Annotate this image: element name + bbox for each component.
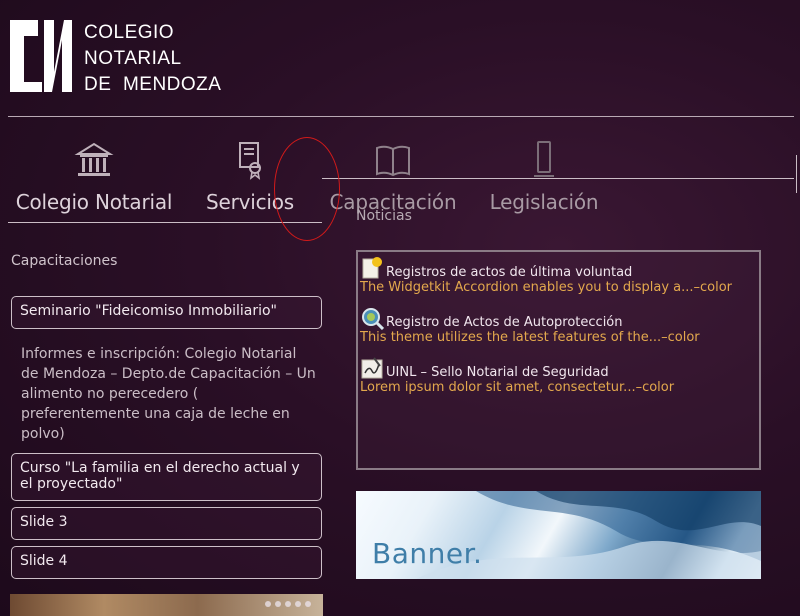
nav-label: Colegio Notarial: [15, 190, 173, 214]
news-snippet: The Widgetkit Accordion enables you to d…: [360, 280, 733, 295]
brand-line-3: DE MENDOZA: [84, 74, 222, 95]
brand-line-1: COLEGIO: [84, 22, 175, 43]
scroll-edge: [796, 155, 800, 193]
slideshow-dot[interactable]: [305, 601, 311, 607]
banner-text: Banner.: [372, 537, 483, 570]
nav-colegio-notarial[interactable]: Colegio Notarial: [12, 140, 176, 214]
accordion-label: Seminario "Fideicomiso Inmobiliario": [20, 303, 277, 319]
slideshow-dots: [265, 601, 311, 607]
gavel-icon: [534, 141, 554, 177]
news-link[interactable]: Registro de Actos de Autoprotección: [386, 315, 623, 330]
accordion-item-slide-3[interactable]: Slide 3: [11, 507, 322, 540]
brand-line-2: NOTARIAL: [84, 48, 182, 69]
slideshow-dot[interactable]: [275, 601, 281, 607]
magnifier-icon: [362, 308, 384, 330]
accordion-body: Informes e inscripción: Colegio Notarial…: [21, 346, 316, 442]
slideshow-dot[interactable]: [265, 601, 271, 607]
certificate-icon: [239, 142, 261, 180]
nav-label: Legislación: [489, 190, 599, 214]
banner[interactable]: Banner.: [356, 491, 761, 579]
nav-capacitacion[interactable]: Capacitación: [326, 140, 460, 214]
news-item: Registro de Actos de Autoprotección This…: [360, 306, 760, 346]
news-snippet: This theme utilizes the latest features …: [360, 330, 700, 345]
capacitaciones-title: Capacitaciones: [11, 253, 118, 269]
accordion-item-curso[interactable]: Curso "La familia en el derecho actual y…: [11, 453, 322, 501]
slideshow-dot[interactable]: [295, 601, 301, 607]
logo[interactable]: [8, 16, 74, 94]
noticias-title: Noticias: [356, 208, 412, 224]
noticias-panel: Registros de actos de última voluntad Th…: [356, 250, 761, 470]
accordion-item-seminario[interactable]: Seminario "Fideicomiso Inmobiliario": [11, 296, 322, 329]
accordion-label: Slide 3: [20, 514, 68, 530]
accordion-label: Slide 4: [20, 553, 68, 569]
header-divider: [8, 116, 794, 117]
accordion-item-slide-4[interactable]: Slide 4: [11, 546, 322, 579]
institution-icon: [74, 142, 114, 176]
slideshow-dot[interactable]: [285, 601, 291, 607]
accordion-label: Curso "La familia en el derecho actual y…: [20, 460, 300, 492]
news-item: Registros de actos de última voluntad Th…: [360, 256, 760, 296]
brand-name[interactable]: COLEGIO NOTARIAL DE MENDOZA: [84, 20, 221, 98]
news-link[interactable]: Registros de actos de última voluntad: [386, 265, 632, 280]
nav-divider: [322, 178, 794, 179]
document-star-icon: [362, 257, 382, 279]
logo-cn-icon: [10, 20, 72, 92]
book-icon: [376, 145, 410, 177]
signature-icon: [361, 357, 383, 379]
news-item: UINL – Sello Notarial de Seguridad Lorem…: [360, 356, 760, 396]
nav-active-underline: [8, 222, 322, 223]
news-link[interactable]: UINL – Sello Notarial de Seguridad: [386, 365, 609, 380]
annotation-oval: [274, 137, 340, 241]
news-snippet: Lorem ipsum dolor sit amet, consectetur.…: [360, 380, 675, 395]
nav-legislacion[interactable]: Legislación: [484, 140, 604, 214]
